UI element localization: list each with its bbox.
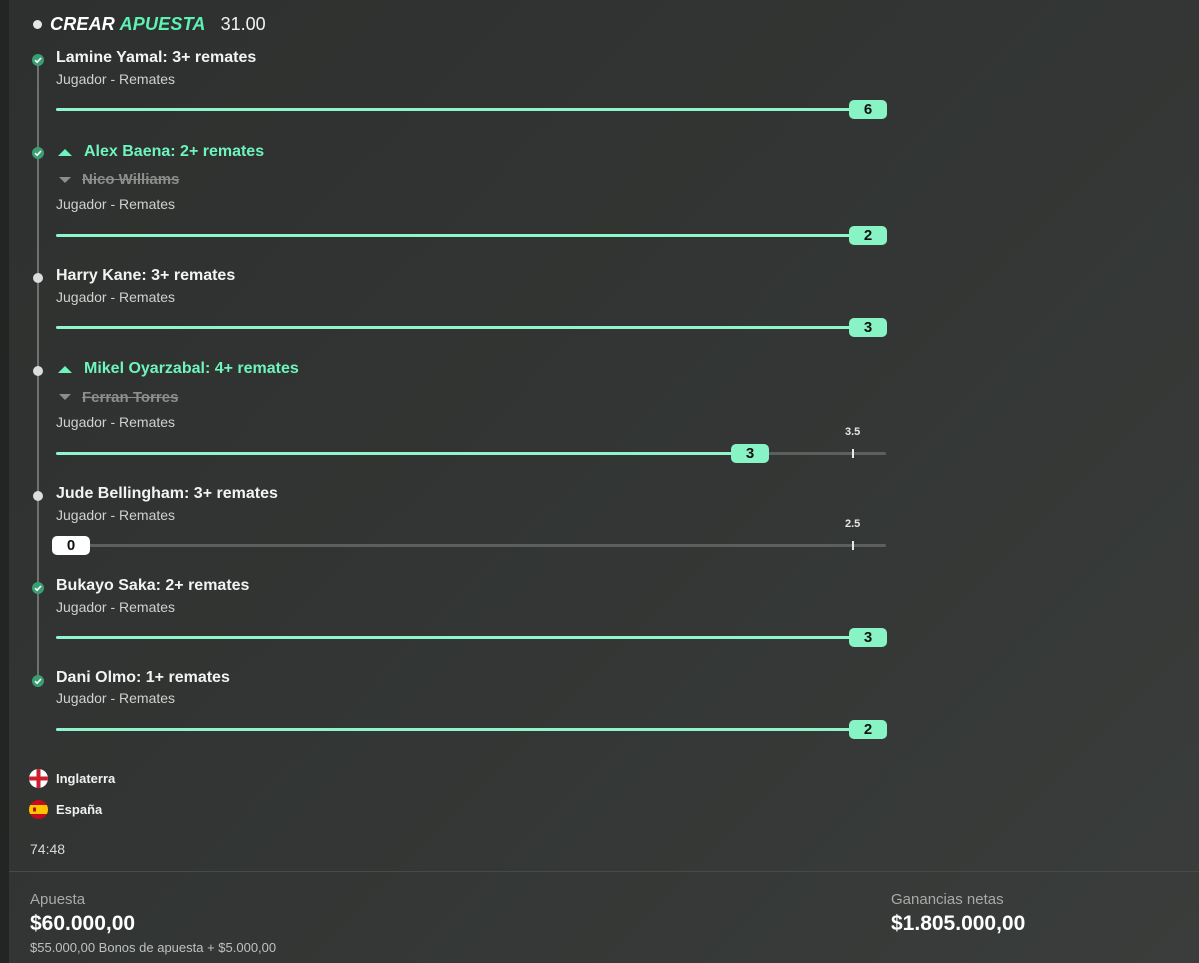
pending-dot-icon (33, 273, 43, 283)
stat-value-badge: 3 (731, 444, 769, 463)
stake-breakdown: $55.000,00 Bonos de apuesta + $5.000,00 (30, 940, 277, 955)
substitution-out-icon (59, 394, 71, 400)
leg-title: Lamine Yamal: 3+ remates (56, 49, 257, 66)
progress-fill (56, 452, 737, 455)
leg-title: Jude Bellingham: 3+ remates (56, 485, 278, 502)
stake-label: Apuesta (30, 891, 86, 908)
live-dot-icon (33, 19, 42, 29)
spain-flag-icon (29, 800, 48, 819)
stat-value-badge: 3 (849, 318, 887, 337)
progress-fill (56, 234, 886, 237)
stat-value-badge: 2 (849, 226, 887, 245)
footer-divider (9, 871, 1199, 872)
leg-subtitle: Jugador - Remates (56, 507, 176, 523)
leg-subtitle: Jugador - Remates (56, 599, 176, 615)
team-name: Inglaterra (56, 771, 116, 786)
progress-track (56, 636, 886, 639)
progress-fill (56, 728, 886, 731)
check-icon (32, 54, 44, 66)
bet-type-title: CREAR APUESTA (50, 13, 206, 34)
winnings-amount: $1.805.000,00 (891, 912, 1026, 935)
replaced-player: Nico Williams (82, 171, 180, 188)
progress-track (56, 234, 886, 237)
substitution-in-icon (58, 149, 72, 156)
progress-track (56, 326, 886, 329)
leg-subtitle: Jugador - Remates (56, 196, 176, 212)
leg-subtitle: Jugador - Remates (56, 690, 176, 706)
team-row[interactable]: España (29, 800, 102, 819)
progress-track (56, 108, 886, 111)
threshold-label: 3.5 (845, 426, 861, 438)
progress-fill (56, 108, 886, 111)
leg-title: Harry Kane: 3+ remates (56, 267, 236, 284)
leg-subtitle: Jugador - Remates (56, 71, 176, 87)
window-left-edge (0, 0, 9, 963)
progress-track (56, 728, 886, 731)
leg-title: Dani Olmo: 1+ remates (56, 669, 230, 686)
threshold-marker (852, 449, 854, 458)
match-clock: 74:48 (30, 841, 66, 857)
progress-fill (56, 326, 886, 329)
stake-amount: $60.000,00 (30, 912, 136, 935)
progress-fill (56, 636, 886, 639)
bet-header: CREAR APUESTA 31.00 (33, 11, 266, 37)
total-odds: 31.00 (220, 13, 266, 34)
check-icon (32, 582, 44, 594)
stat-value-badge: 3 (849, 628, 887, 647)
substitution-out-icon (59, 177, 71, 183)
stat-value-badge: 0 (52, 536, 90, 555)
team-row[interactable]: Inglaterra (29, 769, 115, 788)
pending-dot-icon (33, 491, 43, 501)
stat-value-badge: 2 (849, 720, 887, 739)
leg-subtitle: Jugador - Remates (56, 414, 176, 430)
winnings-label: Ganancias netas (891, 891, 1004, 908)
threshold-label: 2.5 (845, 518, 861, 530)
progress-track (56, 544, 886, 547)
replaced-player: Ferran Torres (82, 389, 179, 406)
leg-title: Mikel Oyarzabal: 4+ remates (84, 360, 299, 377)
team-name: España (56, 802, 103, 817)
check-icon (32, 675, 44, 687)
pending-dot-icon (33, 366, 43, 376)
leg-title: Bukayo Saka: 2+ remates (56, 577, 250, 594)
threshold-marker (852, 541, 854, 550)
leg-title: Alex Baena: 2+ remates (84, 143, 265, 160)
stat-value-badge: 6 (849, 100, 887, 119)
england-flag-icon (29, 769, 48, 788)
check-icon (32, 147, 44, 159)
substitution-in-icon (58, 366, 72, 373)
leg-subtitle: Jugador - Remates (56, 289, 176, 305)
